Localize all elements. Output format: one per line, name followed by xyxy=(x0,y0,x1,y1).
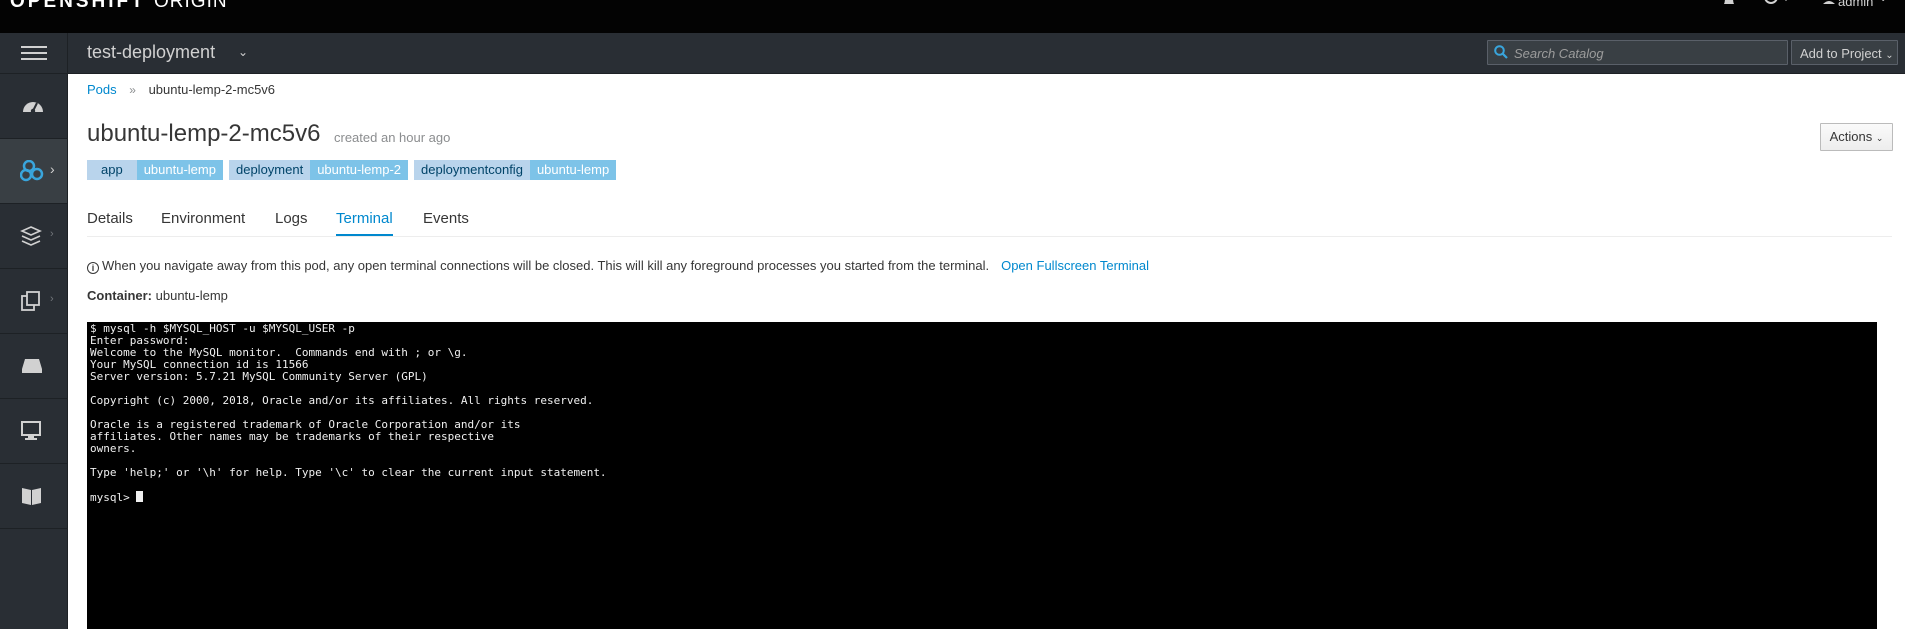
user-name[interactable]: admin xyxy=(1838,0,1873,9)
breadcrumb-separator-icon: » xyxy=(129,83,136,97)
terminal-window[interactable]: $ mysql -h $MYSQL_HOST -u $MYSQL_USER -p… xyxy=(87,322,1877,629)
label-value[interactable]: ubuntu-lemp xyxy=(529,160,617,180)
label-value[interactable]: ubuntu-lemp-2 xyxy=(310,160,409,180)
label-deploymentconfig[interactable]: deploymentconfig ubuntu-lemp xyxy=(414,160,617,180)
tab-events[interactable]: Events xyxy=(423,210,469,236)
dashboard-icon xyxy=(23,102,43,114)
nav-resources[interactable]: › xyxy=(0,269,67,334)
label-deployment[interactable]: deployment ubuntu-lemp-2 xyxy=(228,160,409,180)
nav-monitoring[interactable] xyxy=(0,399,67,464)
nav-storage[interactable] xyxy=(0,334,67,399)
chevron-right-icon: › xyxy=(50,161,55,177)
tab-logs[interactable]: Logs xyxy=(275,210,308,236)
container-label: Container: xyxy=(87,288,152,303)
catalog-icon xyxy=(22,488,41,505)
resources-icon xyxy=(21,291,40,311)
project-chevron-down-icon[interactable]: ⌄ xyxy=(238,45,248,59)
vertical-nav: › › › xyxy=(0,74,68,629)
brand-logo[interactable]: OPENSHIFT ORIGIN xyxy=(10,0,228,13)
project-selector[interactable]: test-deployment xyxy=(87,42,215,63)
page-title: ubuntu-lemp-2-mc5v6 xyxy=(87,120,321,147)
label-key[interactable]: app xyxy=(87,160,137,180)
terminal-prompt: mysql> xyxy=(90,491,137,504)
masthead: OPENSHIFT ORIGIN admin ⌄ xyxy=(0,0,1905,33)
terminal-output[interactable]: $ mysql -h $MYSQL_HOST -u $MYSQL_USER -p… xyxy=(87,322,1877,505)
tab-details[interactable]: Details xyxy=(87,210,133,236)
applications-icon xyxy=(20,160,44,182)
nav-applications[interactable]: › xyxy=(0,139,67,204)
terminal-cursor xyxy=(136,491,144,502)
label-app[interactable]: app ubuntu-lemp xyxy=(87,160,223,180)
search-icon xyxy=(1494,45,1508,59)
container-name[interactable]: ubuntu-lemp xyxy=(156,288,228,303)
add-to-project-label: Add to Project xyxy=(1800,46,1882,61)
nav-catalog[interactable] xyxy=(0,464,67,529)
pod-tabs: Details Environment Logs Terminal Events xyxy=(87,198,1892,237)
hamburger-menu-icon[interactable] xyxy=(0,33,68,73)
storage-icon xyxy=(22,359,42,373)
nav-overview[interactable] xyxy=(0,74,67,139)
label-value[interactable]: ubuntu-lemp xyxy=(136,160,223,180)
tab-terminal[interactable]: Terminal xyxy=(336,210,393,236)
chevron-down-icon: ⌄ xyxy=(1885,50,1894,61)
breadcrumb: Pods » ubuntu-lemp-2-mc5v6 xyxy=(87,82,275,97)
chevron-down-icon: ⌄ xyxy=(1879,0,1887,5)
info-icon: i xyxy=(87,262,99,274)
monitoring-icon xyxy=(21,421,41,440)
info-text: When you navigate away from this pod, an… xyxy=(102,258,990,273)
chevron-down-icon: ⌄ xyxy=(1875,133,1884,143)
search-catalog-box[interactable] xyxy=(1487,40,1788,65)
chevron-right-icon: › xyxy=(50,228,54,240)
project-bar: test-deployment ⌄ Add to Project ⌄ xyxy=(0,33,1905,74)
user-menu-icon[interactable] xyxy=(1822,0,1836,13)
page-subtitle: created an hour ago xyxy=(334,130,451,145)
breadcrumb-current: ubuntu-lemp-2-mc5v6 xyxy=(148,82,276,97)
label-key[interactable]: deploymentconfig xyxy=(414,160,530,180)
open-fullscreen-terminal-link[interactable]: Open Fullscreen Terminal xyxy=(1001,258,1149,273)
terminal-history: $ mysql -h $MYSQL_HOST -u $MYSQL_USER -p… xyxy=(90,322,607,479)
pod-labels: app ubuntu-lemp deployment ubuntu-lemp-2… xyxy=(87,160,617,180)
tab-environment[interactable]: Environment xyxy=(161,210,245,236)
actions-label: Actions xyxy=(1829,129,1873,144)
add-to-project-button[interactable]: Add to Project ⌄ xyxy=(1791,40,1898,65)
chevron-right-icon: › xyxy=(50,293,54,305)
search-catalog-input[interactable] xyxy=(1512,43,1784,63)
notifications-bell-icon[interactable] xyxy=(1721,0,1737,13)
builds-icon xyxy=(20,226,42,246)
container-info: Container: ubuntu-lemp xyxy=(87,288,228,303)
breadcrumb-pods-link[interactable]: Pods xyxy=(87,82,117,97)
label-key[interactable]: deployment xyxy=(228,160,311,180)
actions-dropdown-button[interactable]: Actions ⌄ xyxy=(1820,123,1893,151)
help-icon[interactable] xyxy=(1764,0,1792,13)
terminal-info-message: i When you navigate away from this pod, a… xyxy=(87,258,1149,274)
nav-builds[interactable]: › xyxy=(0,204,67,269)
